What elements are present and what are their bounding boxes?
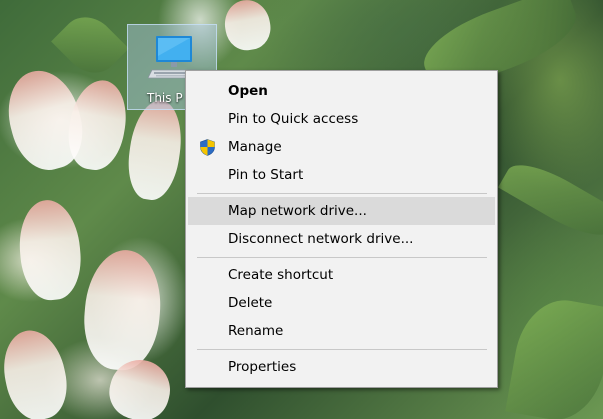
wallpaper-leaf [498,152,603,248]
menu-item-label: Create shortcut [228,267,334,283]
wallpaper-flower [79,246,166,374]
menu-item-rename[interactable]: Rename [188,317,495,345]
uac-shield-icon [200,139,215,156]
wallpaper-flower [0,324,74,419]
desktop-background[interactable]: This P Open Pin to Quick access Manage P… [0,0,603,419]
menu-item-label: Properties [228,359,297,375]
wallpaper-flower [123,97,187,203]
wallpaper-flower [15,197,85,303]
menu-item-manage[interactable]: Manage [188,133,495,161]
menu-item-label: Pin to Start [228,167,304,183]
menu-item-label: Map network drive... [228,203,367,219]
menu-item-label: Manage [228,139,282,155]
menu-item-open[interactable]: Open [188,77,495,105]
menu-item-properties[interactable]: Properties [188,353,495,381]
context-menu: Open Pin to Quick access Manage Pin to S… [185,70,498,388]
menu-separator [197,193,487,194]
menu-item-create-shortcut[interactable]: Create shortcut [188,261,495,289]
menu-item-label: Disconnect network drive... [228,231,414,247]
wallpaper-flower [221,0,274,54]
menu-item-pin-to-start[interactable]: Pin to Start [188,161,495,189]
menu-separator [197,349,487,350]
menu-item-disconnect-network-drive[interactable]: Disconnect network drive... [188,225,495,253]
menu-item-label: Open [228,83,268,99]
wallpaper-leaf [51,6,129,84]
menu-item-map-network-drive[interactable]: Map network drive... [188,197,495,225]
menu-separator [197,257,487,258]
menu-item-label: Pin to Quick access [228,111,359,127]
menu-item-delete[interactable]: Delete [188,289,495,317]
wallpaper-leaf [505,293,603,419]
menu-item-label: Rename [228,323,284,339]
menu-item-pin-to-quick-access[interactable]: Pin to Quick access [188,105,495,133]
menu-item-label: Delete [228,295,273,311]
this-pc-label: This P [147,91,183,105]
